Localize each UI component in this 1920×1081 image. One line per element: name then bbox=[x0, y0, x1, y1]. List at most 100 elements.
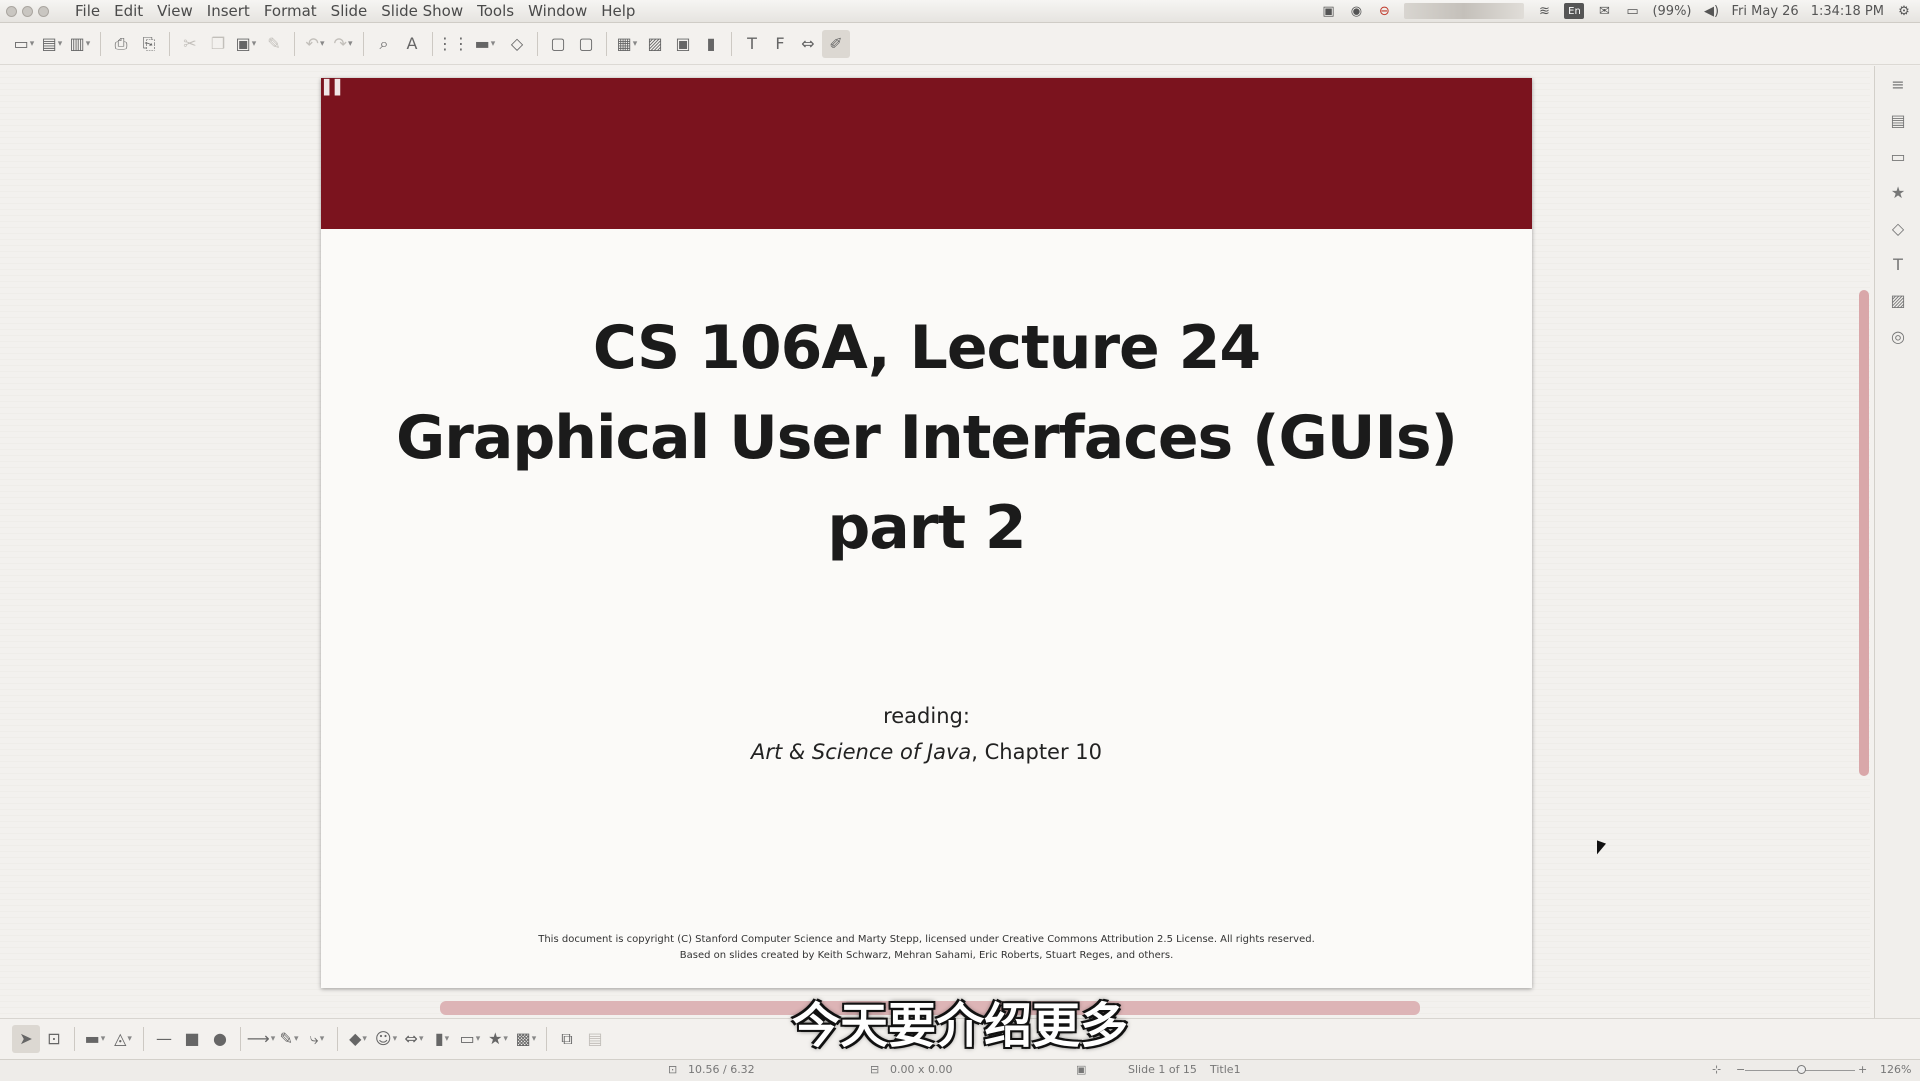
fit-slide-icon[interactable]: ⊹ bbox=[1712, 1063, 1721, 1076]
sync-icon[interactable]: ◉ bbox=[1348, 3, 1364, 19]
tray-time[interactable]: 1:34:18 PM bbox=[1811, 4, 1884, 19]
slide-title-line-2: Graphical User Interfaces (GUIs) bbox=[396, 403, 1458, 473]
select-arrow-icon[interactable]: ➤ bbox=[12, 1024, 40, 1053]
navigator-icon[interactable]: ◎ bbox=[1886, 324, 1910, 348]
menu-slide-show[interactable]: Slide Show bbox=[374, 2, 470, 20]
layout-name[interactable]: Title1 bbox=[1210, 1063, 1241, 1076]
master-slides-icon[interactable]: ◇ bbox=[1886, 216, 1910, 240]
insert-media-icon[interactable]: ▣ bbox=[669, 30, 697, 58]
callouts-icon[interactable]: ▭ bbox=[456, 1025, 484, 1053]
start-from-current-icon[interactable]: ▢ bbox=[572, 30, 600, 58]
lines-arrows-icon[interactable]: ⟶ bbox=[247, 1025, 275, 1053]
transformations-icon[interactable]: ⧉ bbox=[553, 1025, 581, 1053]
close-window-button[interactable] bbox=[6, 5, 17, 17]
insert-textbox-icon[interactable]: T bbox=[738, 30, 766, 58]
toolbar-separator bbox=[294, 31, 295, 56]
ellipse-tool-icon[interactable]: ● bbox=[206, 1025, 234, 1053]
copy-icon[interactable]: ❐ bbox=[204, 30, 232, 58]
connectors-icon[interactable]: ⤷ bbox=[303, 1025, 331, 1053]
export-pdf-icon[interactable]: ⎙ bbox=[107, 30, 135, 58]
insert-fontwork-icon[interactable]: F bbox=[766, 30, 794, 58]
zoom-slider-knob[interactable] bbox=[1797, 1065, 1806, 1074]
line-tool-icon[interactable]: — bbox=[150, 1025, 178, 1053]
keyboard-layout-indicator[interactable]: En bbox=[1564, 3, 1585, 19]
menu-window[interactable]: Window bbox=[521, 2, 594, 20]
insert-hyperlink-icon[interactable]: ⇔ bbox=[794, 30, 822, 58]
stars-icon[interactable]: ★ bbox=[484, 1025, 512, 1053]
paste-icon[interactable]: ▣ bbox=[232, 30, 260, 58]
zoom-pan-icon[interactable]: ⊡ bbox=[40, 1025, 68, 1053]
slide-counter[interactable]: Slide 1 of 15 bbox=[1128, 1063, 1197, 1076]
zoom-in-button[interactable]: + bbox=[1858, 1063, 1867, 1076]
screen-recorder-icon[interactable]: ▣ bbox=[1320, 3, 1336, 19]
menu-file[interactable]: File bbox=[68, 2, 107, 20]
sidebar-settings-icon[interactable]: ≡ bbox=[1886, 72, 1910, 96]
menu-slide[interactable]: Slide bbox=[324, 2, 375, 20]
zoom-out-button[interactable]: − bbox=[1736, 1063, 1745, 1076]
menu-tools[interactable]: Tools bbox=[470, 2, 521, 20]
mail-icon[interactable]: ✉ bbox=[1596, 3, 1612, 19]
minimize-window-button[interactable] bbox=[22, 5, 33, 17]
toolbar-separator bbox=[606, 31, 607, 56]
master-slide-icon[interactable]: ◇ bbox=[503, 30, 531, 58]
undo-icon[interactable]: ↶ bbox=[301, 30, 329, 58]
fill-color-icon[interactable]: ◬ bbox=[109, 1025, 137, 1053]
maximize-window-button[interactable] bbox=[38, 5, 49, 17]
slide-header-band bbox=[321, 78, 1532, 229]
document-modified-icon[interactable]: ▣ bbox=[1076, 1063, 1086, 1076]
gallery-icon[interactable]: ▨ bbox=[1886, 288, 1910, 312]
insert-image-icon[interactable]: ▨ bbox=[641, 30, 669, 58]
insert-table-icon[interactable]: ▦ bbox=[613, 30, 641, 58]
menu-insert[interactable]: Insert bbox=[200, 2, 257, 20]
slide-copyright[interactable]: This document is copyright (C) Stanford … bbox=[321, 932, 1532, 964]
copyright-line-2: Based on slides created by Keith Schwarz… bbox=[679, 950, 1174, 961]
basic-shapes-icon[interactable]: ◆ bbox=[344, 1025, 372, 1053]
line-color-icon[interactable]: ▬ bbox=[81, 1025, 109, 1053]
toolbar-separator bbox=[240, 1026, 241, 1051]
menu-help[interactable]: Help bbox=[594, 2, 642, 20]
new-presentation-icon[interactable]: ▭ bbox=[10, 30, 38, 58]
vertical-scrollbar-thumb[interactable] bbox=[1859, 290, 1869, 776]
slide-title[interactable]: CS 106A, Lecture 24 Graphical User Inter… bbox=[321, 303, 1532, 573]
draw-function-icon[interactable]: ✐ bbox=[822, 29, 850, 58]
redo-icon[interactable]: ↷ bbox=[329, 30, 357, 58]
spelling-icon[interactable]: A bbox=[398, 30, 426, 58]
cursor-position: 10.56 / 6.32 bbox=[688, 1063, 755, 1076]
settings-gear-icon[interactable]: ⚙ bbox=[1896, 3, 1912, 19]
3d-objects-icon[interactable]: ▩ bbox=[512, 1025, 540, 1053]
block-arrows-icon[interactable]: ⇔ bbox=[400, 1025, 428, 1053]
find-replace-icon[interactable]: ⌕ bbox=[370, 30, 398, 58]
reading-chapter: , Chapter 10 bbox=[971, 740, 1103, 764]
wifi-icon[interactable]: ≋ bbox=[1536, 3, 1552, 19]
horizontal-scrollbar-thumb[interactable] bbox=[440, 1001, 1420, 1015]
print-icon[interactable]: ⎘ bbox=[135, 30, 163, 58]
properties-icon[interactable]: ▤ bbox=[1886, 108, 1910, 132]
curves-icon[interactable]: ✎ bbox=[275, 1025, 303, 1053]
zoom-level[interactable]: 126% bbox=[1880, 1063, 1911, 1076]
slide-reading-box[interactable]: reading: Art & Science of Java, Chapter … bbox=[321, 698, 1532, 770]
menu-format[interactable]: Format bbox=[257, 2, 324, 20]
symbol-shapes-icon[interactable]: ☺ bbox=[372, 1025, 400, 1053]
display-views-icon[interactable]: ▬ bbox=[467, 30, 503, 58]
tray-date[interactable]: Fri May 26 bbox=[1732, 4, 1799, 19]
rectangle-tool-icon[interactable]: ■ bbox=[178, 1025, 206, 1053]
vertical-scrollbar[interactable] bbox=[1858, 66, 1870, 1016]
styles-icon[interactable]: T bbox=[1886, 252, 1910, 276]
insert-chart-icon[interactable]: ▮ bbox=[697, 30, 725, 58]
stop-icon[interactable]: ⊖ bbox=[1376, 3, 1392, 19]
battery-icon[interactable]: ▭ bbox=[1624, 3, 1640, 19]
slide-canvas[interactable]: ▌▌ CS 106A, Lecture 24 Graphical User In… bbox=[321, 78, 1532, 988]
slide-transition-icon[interactable]: ▭ bbox=[1886, 144, 1910, 168]
animation-star-icon[interactable]: ★ bbox=[1886, 180, 1910, 204]
start-from-first-icon[interactable]: ▢ bbox=[544, 30, 572, 58]
menu-edit[interactable]: Edit bbox=[107, 2, 150, 20]
align-objects-icon[interactable]: ▤ bbox=[581, 1025, 609, 1053]
clone-formatting-icon[interactable]: ✎ bbox=[260, 30, 288, 58]
menu-view[interactable]: View bbox=[150, 2, 200, 20]
open-file-icon[interactable]: ▤ bbox=[38, 30, 66, 58]
volume-icon[interactable]: ◀) bbox=[1704, 3, 1720, 19]
grid-icon[interactable]: ⋮⋮ bbox=[437, 30, 469, 58]
save-icon[interactable]: ▥ bbox=[66, 30, 94, 58]
flowchart-icon[interactable]: ▮ bbox=[428, 1025, 456, 1053]
cut-icon[interactable]: ✂ bbox=[176, 30, 204, 58]
